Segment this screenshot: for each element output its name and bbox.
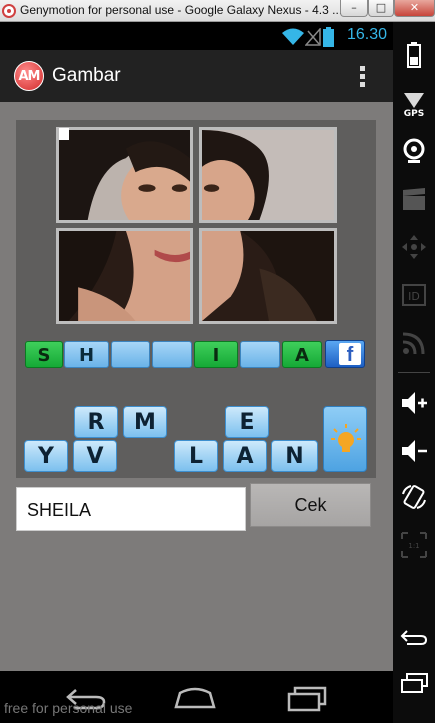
letter-tile[interactable]: M xyxy=(123,406,167,438)
close-button[interactable]: ✕ xyxy=(394,0,435,17)
gps-icon[interactable]: GPS xyxy=(399,88,429,118)
check-button[interactable]: Cek xyxy=(250,483,371,527)
minimize-button[interactable]: – xyxy=(340,0,368,17)
app-logo: AM xyxy=(14,61,44,91)
hint-button[interactable] xyxy=(323,406,367,472)
video-capture-icon[interactable] xyxy=(399,184,429,214)
tile-corner-mark xyxy=(59,128,69,140)
letter-tile[interactable]: A xyxy=(223,440,267,472)
facebook-icon: f xyxy=(339,343,361,366)
window-title-bar: Genymotion for personal use - Google Gal… xyxy=(0,0,435,22)
answer-slot[interactable] xyxy=(240,341,280,368)
pixel-perfect-icon[interactable]: 1:1 xyxy=(399,530,429,560)
photo-tile-top-left xyxy=(56,127,193,223)
dpad-icon[interactable] xyxy=(399,232,429,262)
app-title: Gambar xyxy=(52,65,121,86)
clock: 16.30 xyxy=(346,26,387,43)
photo-tile-bottom-right xyxy=(199,228,337,324)
wifi-icon xyxy=(282,28,304,45)
photo-tile-bottom-left xyxy=(56,228,193,324)
letter-tile[interactable]: V xyxy=(73,440,117,472)
device-id-icon[interactable]: ID xyxy=(399,280,429,310)
overflow-menu-icon[interactable] xyxy=(356,64,368,90)
answer-slot[interactable] xyxy=(111,341,150,368)
facebook-share-button[interactable]: f xyxy=(325,340,365,368)
letter-tile[interactable]: Y xyxy=(24,440,68,472)
cell-signal-icon xyxy=(305,28,321,46)
recent-apps-icon[interactable] xyxy=(287,686,327,712)
answer-slot[interactable]: H xyxy=(64,341,109,368)
emulator-window: Genymotion for personal use - Google Gal… xyxy=(0,0,435,723)
battery-widget-icon[interactable] xyxy=(399,40,429,70)
status-bar: 16.30 xyxy=(0,22,393,50)
rss-feed-icon[interactable] xyxy=(399,328,429,358)
letter-tile[interactable]: E xyxy=(225,406,269,438)
answer-slot[interactable]: A xyxy=(282,341,322,368)
photo-tile-top-right xyxy=(199,127,337,223)
watermark-text: free for personal use xyxy=(4,700,133,716)
home-icon[interactable] xyxy=(174,687,216,709)
answer-slot[interactable]: S xyxy=(25,341,63,368)
svg-text:1:1: 1:1 xyxy=(408,542,419,550)
lightbulb-icon xyxy=(331,424,361,452)
svg-text:ID: ID xyxy=(408,290,420,303)
side-panel-divider xyxy=(398,372,430,373)
genymotion-icon xyxy=(2,4,16,18)
answer-slot[interactable] xyxy=(152,341,192,368)
answer-input[interactable]: SHEILA xyxy=(16,487,246,531)
volume-down-icon[interactable] xyxy=(399,436,429,466)
back-button-icon[interactable] xyxy=(399,622,429,652)
recent-apps-button-icon[interactable] xyxy=(399,670,429,700)
svg-text:GPS: GPS xyxy=(404,109,424,118)
rotate-icon[interactable] xyxy=(399,482,429,512)
letter-tile[interactable]: N xyxy=(271,440,318,472)
answer-slot[interactable]: I xyxy=(194,341,238,368)
maximize-button[interactable]: □ xyxy=(368,0,394,17)
letter-tile[interactable]: R xyxy=(74,406,118,438)
camera-icon[interactable] xyxy=(399,136,429,166)
window-title: Genymotion for personal use - Google Gal… xyxy=(20,3,343,17)
letter-tile[interactable]: L xyxy=(174,440,218,472)
volume-up-icon[interactable] xyxy=(399,388,429,418)
battery-icon xyxy=(323,27,334,47)
